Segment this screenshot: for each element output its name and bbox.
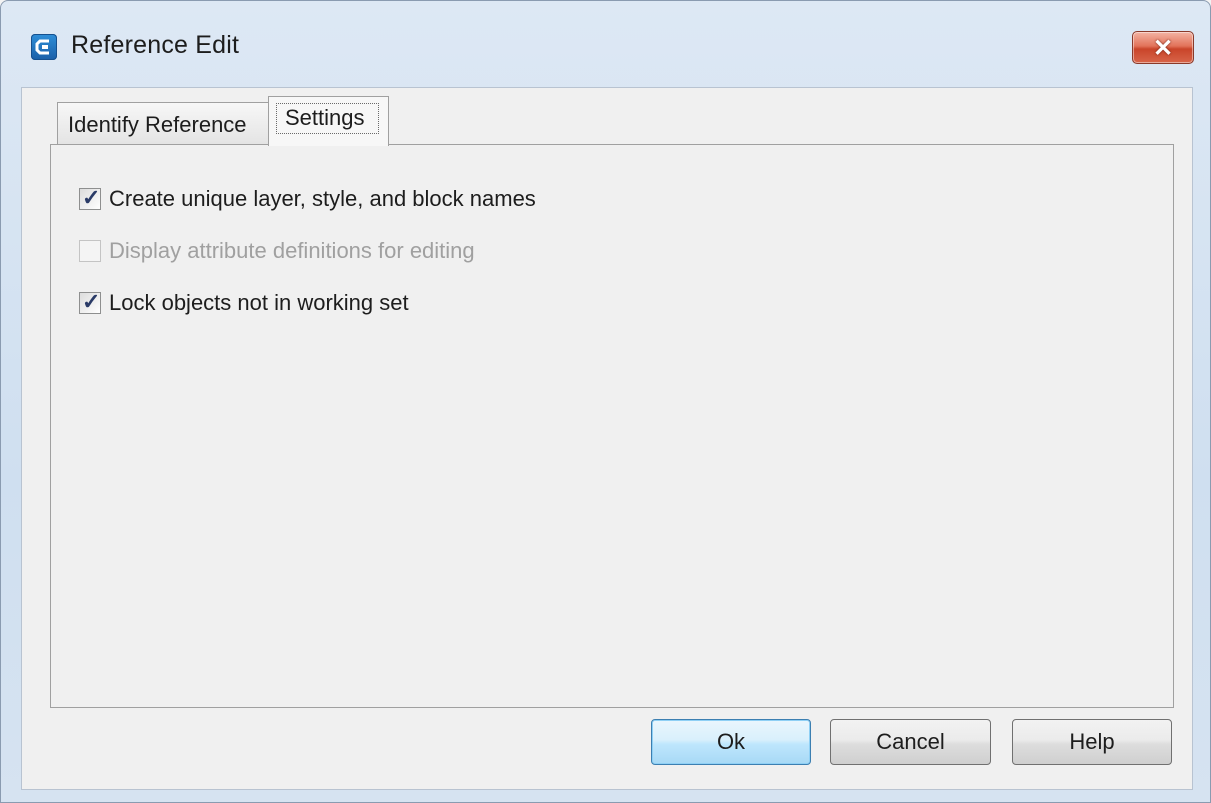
- close-icon: ✕: [1152, 35, 1174, 62]
- title-bar[interactable]: Reference Edit ✕: [1, 1, 1210, 87]
- option-label: Create unique layer, style, and block na…: [109, 186, 536, 211]
- tab-label: Settings: [285, 105, 365, 130]
- option-label: Lock objects not in working set: [109, 290, 409, 315]
- tab-settings[interactable]: Settings: [268, 96, 389, 146]
- checkmark-icon: ✓: [82, 185, 101, 210]
- settings-panel: ✓ Create unique layer, style, and block …: [50, 144, 1174, 708]
- help-button[interactable]: Help: [1012, 719, 1172, 765]
- checkbox-create-unique-names[interactable]: ✓: [79, 185, 101, 210]
- cancel-button[interactable]: Cancel: [830, 719, 991, 765]
- reference-edit-dialog: Reference Edit ✕ Identify Reference Sett…: [0, 0, 1211, 803]
- option-create-unique-names[interactable]: ✓ Create unique layer, style, and block …: [79, 185, 536, 213]
- tab-identify-reference[interactable]: Identify Reference: [57, 102, 271, 144]
- close-button[interactable]: ✕: [1132, 31, 1194, 64]
- checkbox-display-attribute-definitions: [79, 240, 101, 262]
- ok-button[interactable]: Ok: [651, 719, 811, 765]
- option-lock-objects[interactable]: ✓ Lock objects not in working set: [79, 289, 409, 317]
- app-logo-icon: [31, 34, 57, 60]
- checkbox-lock-objects[interactable]: ✓: [79, 289, 101, 314]
- option-display-attribute-definitions: Display attribute definitions for editin…: [79, 237, 475, 265]
- window-title: Reference Edit: [71, 31, 240, 59]
- checkmark-icon: ✓: [82, 289, 101, 314]
- tab-label: Identify Reference: [68, 112, 247, 137]
- option-label: Display attribute definitions for editin…: [109, 238, 475, 263]
- dialog-body: Identify Reference Settings ✓ Create uni…: [21, 87, 1193, 790]
